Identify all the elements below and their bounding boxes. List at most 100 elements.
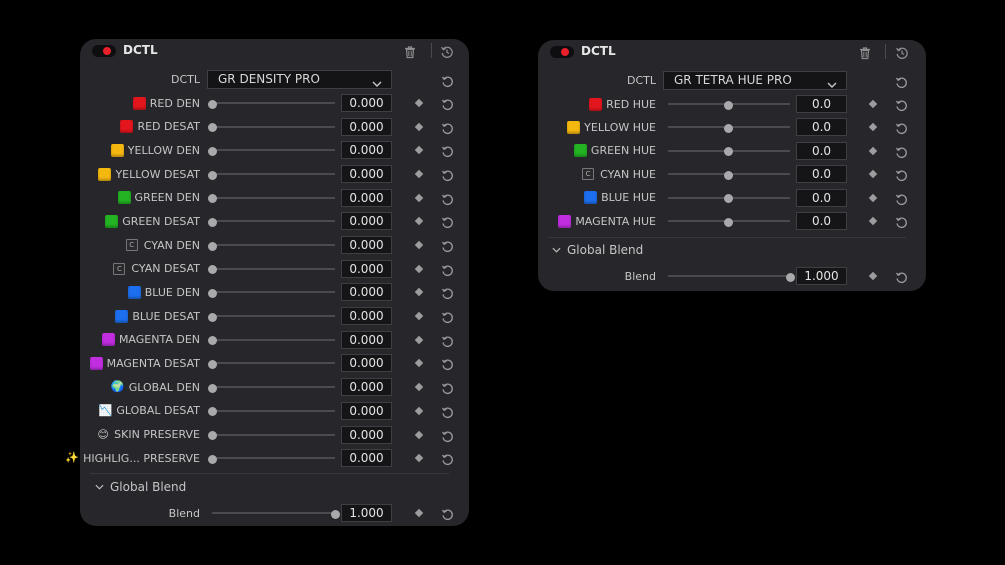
slider-track[interactable] bbox=[212, 315, 335, 318]
slider-knob[interactable] bbox=[723, 147, 733, 157]
slider-knob[interactable] bbox=[207, 217, 217, 227]
slider-knob[interactable] bbox=[207, 288, 217, 298]
slider-track[interactable] bbox=[212, 173, 335, 176]
reset-all-icon[interactable] bbox=[440, 44, 454, 58]
blend-slider-track[interactable] bbox=[668, 275, 790, 277]
blend-slider-track[interactable] bbox=[212, 512, 335, 514]
keyframe-diamond-icon[interactable] bbox=[414, 288, 424, 297]
reset-icon[interactable] bbox=[441, 214, 454, 229]
trash-icon[interactable] bbox=[858, 45, 872, 60]
value-field[interactable]: 0.000 bbox=[341, 117, 392, 136]
keyframe-diamond-icon[interactable] bbox=[414, 359, 424, 368]
value-field[interactable]: 0.000 bbox=[341, 212, 392, 231]
slider-knob[interactable] bbox=[207, 336, 217, 346]
keyframe-diamond-icon[interactable] bbox=[414, 98, 424, 108]
slider-knob[interactable] bbox=[207, 170, 217, 180]
value-field[interactable]: 0.0 bbox=[796, 118, 847, 137]
global-blend-section-toggle[interactable]: Global Blend bbox=[95, 480, 186, 494]
value-field[interactable]: 0.000 bbox=[341, 307, 392, 326]
slider-knob[interactable] bbox=[207, 146, 217, 156]
keyframe-diamond-icon[interactable] bbox=[414, 430, 424, 439]
keyframe-diamond-icon[interactable] bbox=[868, 193, 878, 202]
power-toggle-icon[interactable] bbox=[550, 46, 574, 58]
value-field[interactable]: 0.000 bbox=[341, 378, 392, 397]
reset-icon[interactable] bbox=[895, 144, 908, 158]
slider-track[interactable] bbox=[212, 149, 335, 152]
reset-icon[interactable] bbox=[441, 356, 454, 371]
reset-icon[interactable] bbox=[895, 214, 908, 229]
keyframe-diamond-icon[interactable] bbox=[414, 335, 424, 345]
keyframe-diamond-icon[interactable] bbox=[868, 169, 878, 179]
reset-icon[interactable] bbox=[441, 73, 454, 88]
slider-knob[interactable] bbox=[723, 123, 733, 133]
reset-icon[interactable] bbox=[441, 380, 454, 395]
reset-icon[interactable] bbox=[441, 309, 454, 324]
value-field[interactable]: 0.000 bbox=[341, 259, 392, 278]
value-field[interactable]: 0.0 bbox=[796, 95, 847, 113]
reset-icon[interactable] bbox=[895, 269, 908, 284]
blend-value-field[interactable]: 1.000 bbox=[796, 267, 847, 285]
keyframe-diamond-icon[interactable] bbox=[414, 453, 424, 463]
value-field[interactable]: 0.0 bbox=[796, 188, 847, 207]
slider-track[interactable] bbox=[212, 433, 335, 436]
slider-track[interactable] bbox=[212, 291, 335, 294]
value-field[interactable]: 0.0 bbox=[796, 165, 847, 184]
slider-knob[interactable] bbox=[207, 265, 217, 275]
reset-icon[interactable] bbox=[441, 333, 454, 347]
value-field[interactable]: 0.000 bbox=[341, 354, 392, 373]
slider-track[interactable] bbox=[212, 267, 335, 270]
reset-icon[interactable] bbox=[441, 120, 454, 134]
keyframe-diamond-icon[interactable] bbox=[414, 508, 424, 518]
value-field[interactable]: 0.000 bbox=[341, 330, 392, 349]
blend-value-field[interactable]: 1.000 bbox=[341, 504, 392, 522]
reset-icon[interactable] bbox=[441, 167, 454, 182]
reset-icon[interactable] bbox=[895, 97, 908, 112]
reset-icon[interactable] bbox=[441, 428, 454, 442]
keyframe-diamond-icon[interactable] bbox=[868, 146, 878, 156]
reset-icon[interactable] bbox=[441, 96, 454, 111]
blend-slider-knob[interactable] bbox=[330, 509, 340, 519]
slider-track[interactable] bbox=[212, 338, 335, 341]
slider-knob[interactable] bbox=[207, 407, 217, 417]
reset-icon[interactable] bbox=[441, 143, 454, 158]
value-field[interactable]: 0.000 bbox=[341, 449, 392, 468]
value-field[interactable]: 0.000 bbox=[341, 425, 392, 444]
reset-icon[interactable] bbox=[441, 451, 454, 466]
value-field[interactable]: 0.000 bbox=[341, 401, 392, 420]
reset-icon[interactable] bbox=[441, 404, 454, 418]
slider-track[interactable] bbox=[212, 457, 335, 460]
keyframe-diamond-icon[interactable] bbox=[414, 217, 424, 226]
blend-slider-knob[interactable] bbox=[785, 272, 795, 282]
keyframe-diamond-icon[interactable] bbox=[414, 146, 424, 155]
slider-track[interactable] bbox=[212, 196, 335, 199]
slider-knob[interactable] bbox=[207, 123, 217, 133]
slider-track[interactable] bbox=[212, 386, 335, 389]
slider-track[interactable] bbox=[212, 362, 335, 365]
slider-knob[interactable] bbox=[207, 194, 217, 204]
keyframe-diamond-icon[interactable] bbox=[414, 193, 424, 202]
slider-knob[interactable] bbox=[207, 312, 217, 322]
slider-knob[interactable] bbox=[723, 170, 733, 180]
trash-icon[interactable] bbox=[403, 44, 417, 59]
dctl-select[interactable]: GR DENSITY PRO bbox=[207, 70, 392, 89]
slider-knob[interactable] bbox=[207, 431, 217, 441]
reset-icon[interactable] bbox=[895, 120, 908, 135]
value-field[interactable]: 0.000 bbox=[341, 165, 392, 184]
global-blend-section-toggle[interactable]: Global Blend bbox=[552, 243, 643, 257]
value-field[interactable]: 0.000 bbox=[341, 94, 392, 112]
slider-knob[interactable] bbox=[207, 99, 217, 109]
reset-icon[interactable] bbox=[895, 191, 908, 205]
value-field[interactable]: 0.000 bbox=[341, 283, 392, 302]
value-field[interactable]: 0.000 bbox=[341, 236, 392, 255]
keyframe-diamond-icon[interactable] bbox=[414, 406, 424, 416]
slider-knob[interactable] bbox=[207, 359, 217, 369]
slider-track[interactable] bbox=[212, 102, 335, 104]
slider-track[interactable] bbox=[212, 409, 335, 412]
value-field[interactable]: 0.0 bbox=[796, 212, 847, 230]
keyframe-diamond-icon[interactable] bbox=[414, 122, 424, 131]
slider-knob[interactable] bbox=[207, 454, 217, 464]
slider-knob[interactable] bbox=[207, 241, 217, 251]
keyframe-diamond-icon[interactable] bbox=[868, 123, 878, 132]
keyframe-diamond-icon[interactable] bbox=[414, 311, 424, 321]
reset-all-icon[interactable] bbox=[895, 45, 909, 59]
